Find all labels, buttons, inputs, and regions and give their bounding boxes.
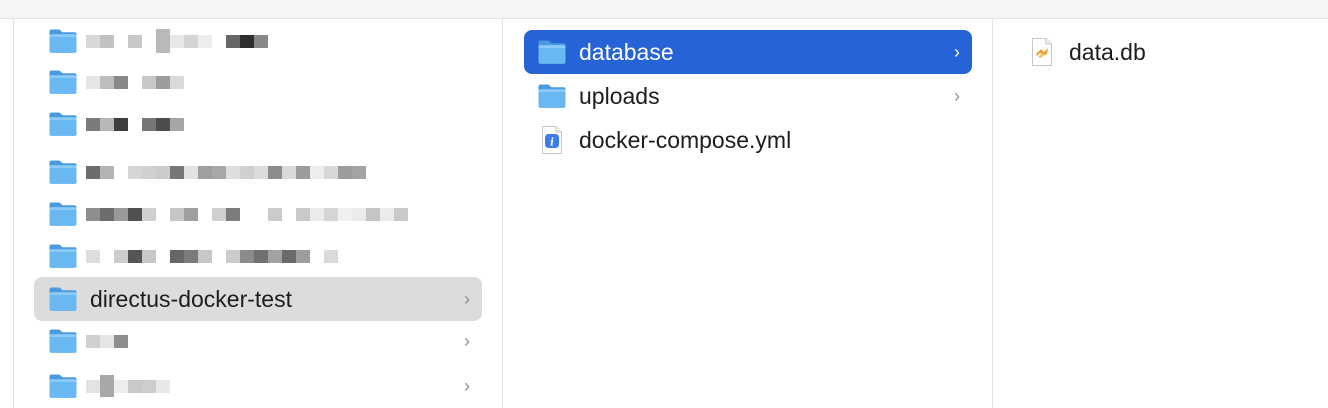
folder-icon xyxy=(48,69,78,95)
chevron-right-icon: › xyxy=(464,376,470,396)
list-item-redacted-8[interactable]: › xyxy=(34,319,482,363)
chevron-right-icon: › xyxy=(464,331,470,351)
item-label: data.db xyxy=(1069,38,1146,65)
folder-icon xyxy=(48,111,78,137)
window-top-strip xyxy=(0,0,1328,19)
column-3[interactable]: data.db xyxy=(993,19,1328,408)
item-label: docker-compose.yml xyxy=(579,126,792,153)
redacted-name xyxy=(86,206,408,222)
list-item-redacted-5[interactable] xyxy=(34,192,482,236)
redacted-name xyxy=(86,164,366,180)
list-item-redacted-9[interactable]: › xyxy=(34,364,482,408)
redacted-name xyxy=(86,116,184,132)
folder-icon xyxy=(48,28,78,54)
folder-icon xyxy=(48,243,78,269)
folder-icon xyxy=(48,328,78,354)
item-label: database xyxy=(579,38,674,65)
column-1[interactable]: directus-docker-test › › › xyxy=(14,19,502,408)
redacted-name xyxy=(86,74,184,90)
chevron-right-icon: › xyxy=(464,289,470,309)
list-item-redacted-6[interactable] xyxy=(34,234,482,278)
item-label: directus-docker-test xyxy=(90,285,292,312)
yaml-file-icon: i xyxy=(542,126,562,154)
folder-icon xyxy=(48,286,78,312)
list-item-redacted-2[interactable] xyxy=(34,60,482,104)
folder-icon xyxy=(48,159,78,185)
redacted-name xyxy=(86,375,170,397)
list-item-data-db[interactable]: data.db xyxy=(1014,30,1314,74)
list-item-database[interactable]: database › xyxy=(524,30,972,74)
folder-icon xyxy=(537,39,567,65)
redacted-name xyxy=(86,29,268,53)
chevron-right-icon: › xyxy=(954,42,960,62)
redacted-name xyxy=(86,333,128,349)
column-2[interactable]: database › uploads › i docker-compose.ym… xyxy=(503,19,992,408)
chevron-right-icon: › xyxy=(954,86,960,106)
list-item-redacted-3[interactable] xyxy=(34,102,482,146)
redacted-name xyxy=(86,248,338,264)
folder-icon xyxy=(48,201,78,227)
sidebar-item-directus-docker-test[interactable]: directus-docker-test › xyxy=(34,277,482,321)
folder-icon xyxy=(48,373,78,399)
list-item-uploads[interactable]: uploads › xyxy=(524,74,972,118)
svg-text:i: i xyxy=(550,137,554,148)
list-item-redacted-4[interactable] xyxy=(34,150,482,194)
list-item-redacted-1[interactable] xyxy=(34,19,482,63)
folder-icon xyxy=(537,83,567,109)
item-label: uploads xyxy=(579,82,660,109)
list-item-docker-compose[interactable]: i docker-compose.yml xyxy=(524,118,972,162)
finder-window: directus-docker-test › › › database › up… xyxy=(0,0,1328,408)
database-file-icon xyxy=(1032,38,1052,66)
